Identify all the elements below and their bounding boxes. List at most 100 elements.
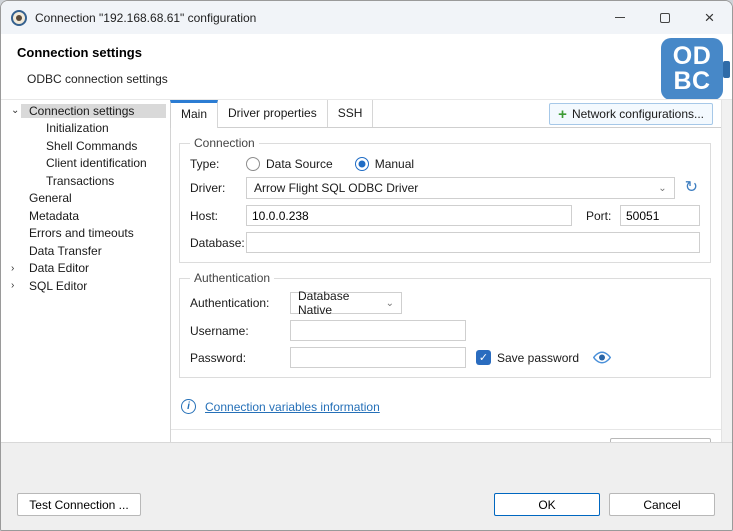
dialog-header: Connection settings ODBC connection sett… — [1, 34, 732, 99]
cancel-button[interactable]: Cancel — [609, 493, 715, 516]
page-subtitle: ODBC connection settings — [27, 72, 168, 86]
minimize-icon — [615, 17, 625, 18]
refresh-driver-icon[interactable]: ↻ — [685, 180, 698, 196]
sidebar-item-label: Metadata — [21, 209, 79, 223]
info-icon: i — [181, 399, 196, 414]
chevron-down-icon: ⌄ — [648, 183, 666, 194]
authentication-group: Authentication Authentication: Database … — [179, 271, 711, 378]
driver-select[interactable]: Arrow Flight SQL ODBC Driver ⌄ — [246, 177, 675, 199]
type-label: Type: — [190, 157, 246, 171]
sidebar-item-label: Data Editor — [21, 261, 89, 275]
sidebar-item-label: Errors and timeouts — [21, 226, 134, 240]
password-row: Password: ✓ Save password — [190, 347, 700, 368]
sidebar-item-label: Data Transfer — [21, 244, 102, 258]
sidebar-item-label: Initialization — [21, 121, 109, 135]
test-connection-button[interactable]: Test Connection ... — [17, 493, 141, 516]
driver-select-value: Arrow Flight SQL ODBC Driver — [254, 181, 418, 195]
radio-data-source[interactable]: Data Source — [246, 157, 333, 171]
radio-data-source-label: Data Source — [266, 157, 333, 171]
sidebar-item-data-transfer[interactable]: Data Transfer — [1, 242, 170, 260]
radio-manual-label: Manual — [375, 157, 414, 171]
plus-icon: + — [558, 107, 567, 122]
connection-variables-row: i Connection variables information — [181, 399, 721, 414]
sidebar-item-errors-and-timeouts[interactable]: Errors and timeouts — [1, 225, 170, 243]
database-row: Database: — [190, 232, 700, 253]
tab-driver-properties[interactable]: Driver properties — [218, 100, 328, 127]
type-row: Type: Data Source Manual — [190, 157, 700, 171]
host-row: Host: Port: — [190, 205, 700, 226]
network-configurations-label: Network configurations... — [572, 107, 704, 121]
save-password-checkbox[interactable]: ✓ — [476, 350, 491, 365]
username-row: Username: — [190, 320, 700, 341]
odbc-logo: OD BC — [661, 38, 723, 100]
minimize-button[interactable] — [597, 1, 642, 34]
authentication-group-legend: Authentication — [190, 271, 274, 285]
username-input[interactable] — [290, 320, 466, 341]
main-tab-panel: Connection Type: Data Source Manual — [171, 128, 721, 442]
sidebar-item-label: Transactions — [21, 174, 114, 188]
password-input[interactable] — [290, 347, 466, 368]
page-title: Connection settings — [17, 45, 142, 60]
database-label: Database: — [190, 236, 246, 250]
chevron-down-icon[interactable]: ⌄ — [1, 105, 21, 116]
network-configurations-button[interactable]: + Network configurations... — [549, 103, 713, 125]
check-icon: ✓ — [479, 351, 488, 364]
sidebar-item-connection-settings[interactable]: ⌄ Connection settings — [1, 102, 170, 120]
connection-group: Connection Type: Data Source Manual — [179, 136, 711, 263]
authentication-label: Authentication: — [190, 296, 290, 310]
sidebar-item-transactions[interactable]: Transactions — [1, 172, 170, 190]
database-input[interactable] — [246, 232, 700, 253]
radio-manual[interactable]: Manual — [355, 157, 414, 171]
ok-button[interactable]: OK — [494, 493, 600, 516]
save-password-label: Save password — [497, 351, 579, 365]
sidebar-item-general[interactable]: General — [1, 190, 170, 208]
sidebar-item-label: Client identification — [21, 156, 147, 170]
window-title: Connection "192.168.68.61" configuration — [35, 11, 256, 25]
sidebar-item-label: Shell Commands — [21, 139, 137, 153]
maximize-button[interactable] — [642, 1, 687, 34]
sidebar-item-label: General — [21, 191, 72, 205]
authentication-select-value: Database Native — [298, 289, 376, 317]
connection-config-dialog: Connection "192.168.68.61" configuration… — [0, 0, 733, 531]
host-label: Host: — [190, 209, 246, 223]
sidebar-item-sql-editor[interactable]: › SQL Editor — [1, 277, 170, 295]
window-controls: × — [597, 1, 732, 34]
connection-group-legend: Connection — [190, 136, 259, 150]
host-input[interactable] — [246, 205, 572, 226]
radio-off-icon — [246, 157, 260, 171]
odbc-logo-line1: OD — [673, 44, 712, 69]
driver-row: Driver: Arrow Flight SQL ODBC Driver ⌄ ↻ — [190, 177, 700, 199]
close-icon: × — [705, 9, 715, 26]
sidebar-item-data-editor[interactable]: › Data Editor — [1, 260, 170, 278]
settings-tree: ⌄ Connection settings Initialization She… — [1, 100, 171, 442]
content-right-gutter — [721, 100, 732, 442]
main-area: ⌄ Connection settings Initialization She… — [1, 99, 732, 442]
authentication-select[interactable]: Database Native ⌄ — [290, 292, 402, 314]
connection-variables-link[interactable]: Connection variables information — [205, 400, 380, 414]
sidebar-item-label: Connection settings — [21, 104, 166, 118]
odbc-logo-tab — [723, 61, 730, 78]
tab-main[interactable]: Main — [170, 100, 218, 128]
tab-ssh[interactable]: SSH — [328, 100, 374, 127]
app-icon — [11, 10, 27, 26]
show-password-eye-icon[interactable] — [593, 351, 611, 364]
driver-label: Driver: — [190, 181, 246, 195]
sidebar-item-client-identification[interactable]: Client identification — [1, 155, 170, 173]
sidebar-item-label: SQL Editor — [21, 279, 87, 293]
sidebar-item-shell-commands[interactable]: Shell Commands — [1, 137, 170, 155]
maximize-icon — [660, 13, 670, 23]
username-label: Username: — [190, 324, 290, 338]
password-label: Password: — [190, 351, 290, 365]
sidebar-item-metadata[interactable]: Metadata — [1, 207, 170, 225]
title-bar: Connection "192.168.68.61" configuration… — [1, 1, 732, 34]
port-label: Port: — [586, 209, 620, 223]
dialog-footer: Test Connection ... OK Cancel — [1, 442, 732, 530]
tab-content-area: Main Driver properties SSH + Network con… — [171, 100, 721, 442]
close-button[interactable]: × — [687, 1, 732, 34]
radio-on-icon — [355, 157, 369, 171]
chevron-down-icon: ⌄ — [376, 298, 394, 309]
chevron-right-icon[interactable]: › — [1, 263, 21, 274]
chevron-right-icon[interactable]: › — [1, 280, 21, 291]
port-input[interactable] — [620, 205, 700, 226]
sidebar-item-initialization[interactable]: Initialization — [1, 120, 170, 138]
